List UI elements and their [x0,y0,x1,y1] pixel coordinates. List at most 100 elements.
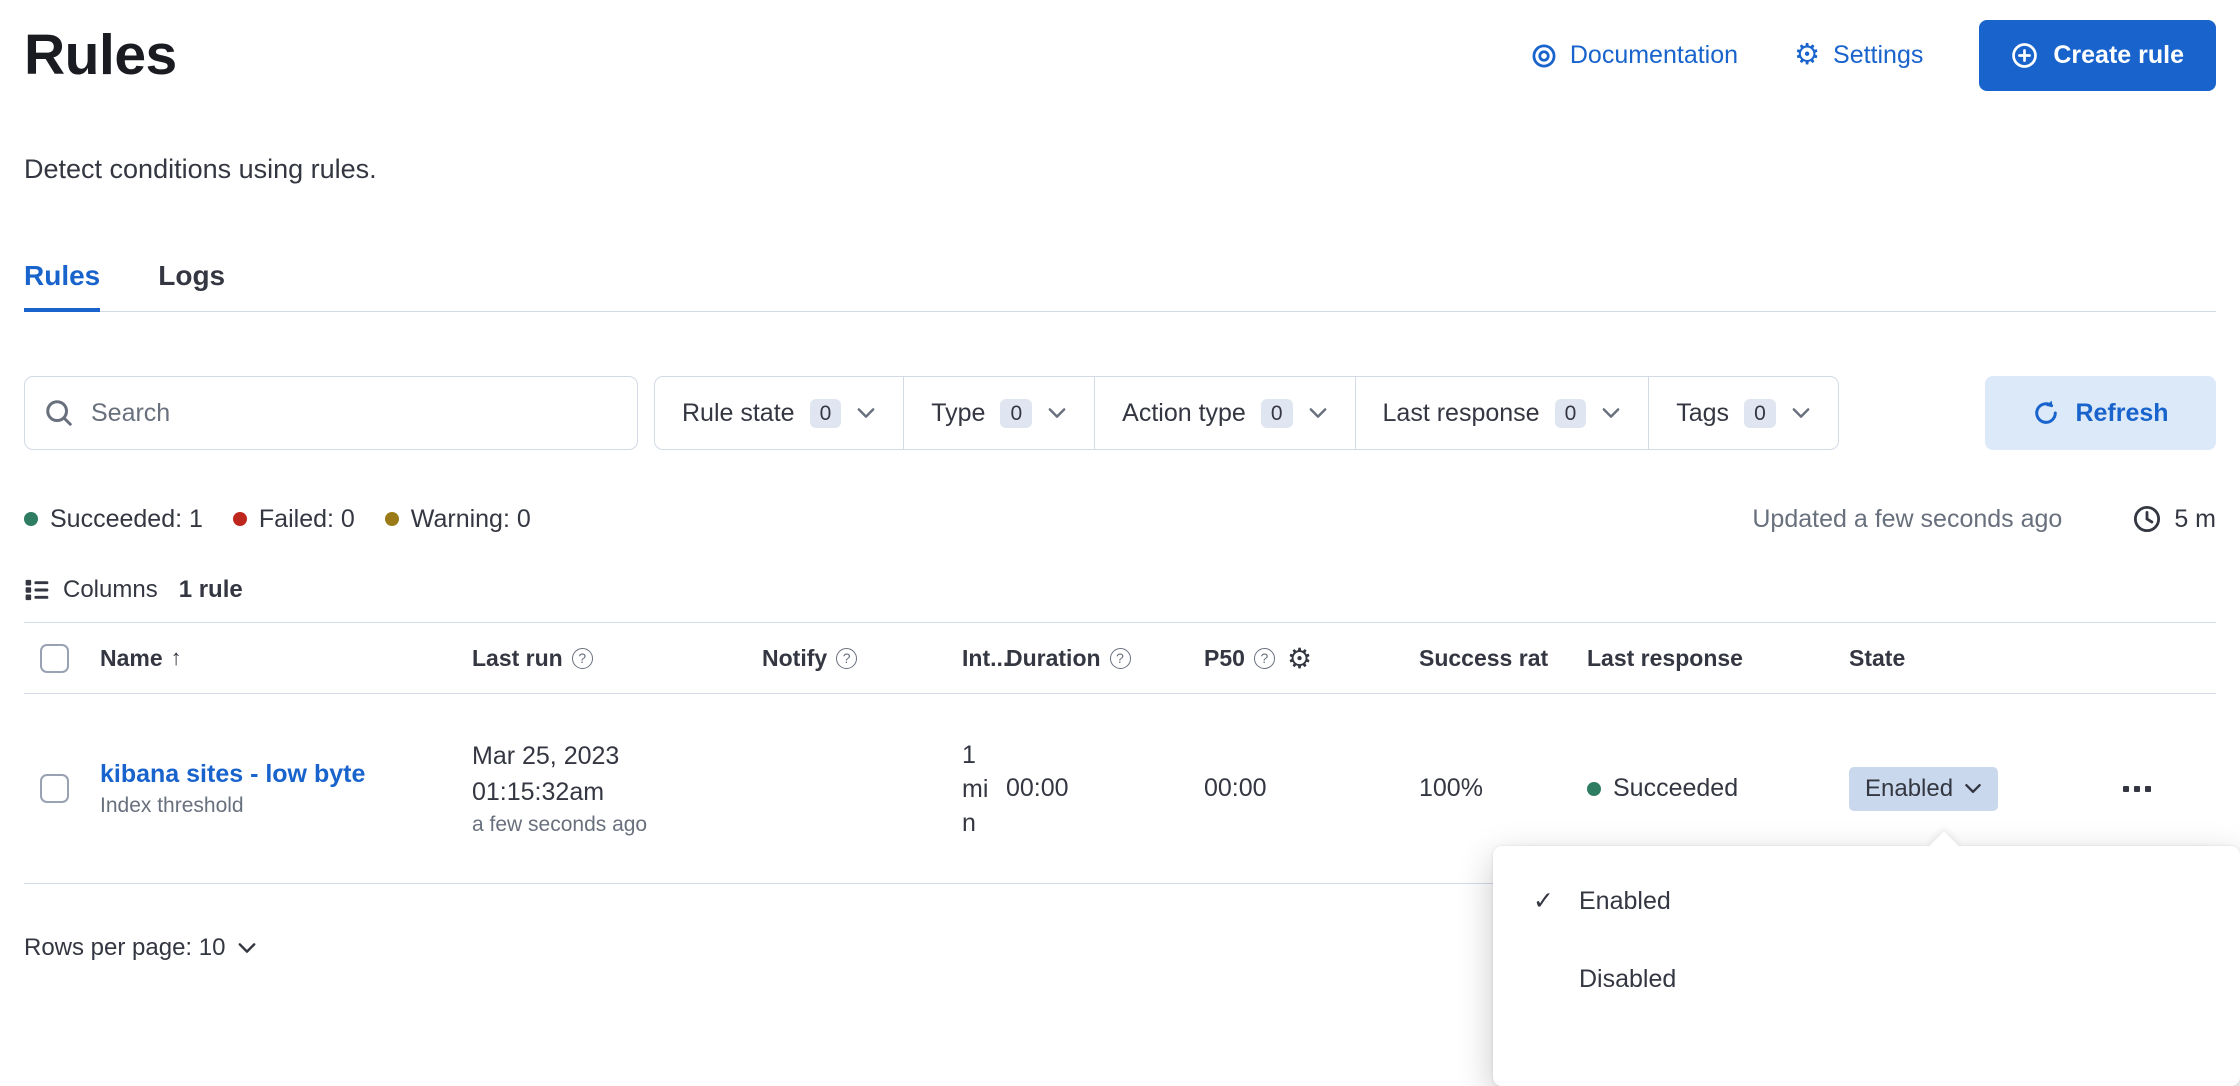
danger-dot-icon [233,512,247,526]
column-header-last-run-label: Last run [472,645,563,672]
refresh-button[interactable]: Refresh [1985,376,2216,450]
chevron-down-icon [1601,407,1621,419]
rows-per-page-button[interactable]: Rows per page: 10 [24,934,257,962]
column-header-last-response-label: Last response [1587,645,1743,672]
check-icon: ✓ [1533,886,1563,916]
columns-button-label[interactable]: Columns [63,576,158,604]
auto-refresh-button[interactable]: 5 m [2132,502,2216,536]
state-cell: Enabled [1819,767,2049,811]
filter-button-type[interactable]: Type 0 [903,377,1094,449]
state-select-badge[interactable]: Enabled [1849,767,1998,811]
table-meta: Columns 1 rule [24,576,2216,604]
column-header-name-label: Name [100,645,163,672]
column-header-success-ratio[interactable]: Success rat [1411,645,1579,672]
status-bar: Succeeded: 1 Failed: 0 Warning: 0 Update… [24,502,2216,536]
last-response-cell: Succeeded [1579,774,1819,803]
filter-count-badge: 0 [1744,399,1776,428]
interval-cell: 1 min [954,738,998,840]
select-all-cell [24,644,84,673]
gear-icon: ⚙ [1794,41,1820,70]
last-run-relative: a few seconds ago [472,810,647,840]
status-failed: Failed: 0 [233,502,355,536]
help-icon[interactable]: ? [1254,648,1275,669]
chevron-down-icon [237,942,257,954]
tab-bar: Rules Logs [24,259,2216,312]
filter-button-last-response[interactable]: Last response 0 [1355,377,1649,449]
updated-text: Updated a few seconds ago [1752,502,2062,536]
rules-table: Name ↑ Last run ? Notify ? Int... Durati… [24,622,2216,884]
rules-page: Rules Documentation ⚙ Settings Create ru… [0,0,2240,1016]
rule-count: 1 rule [179,576,243,604]
last-run-stack: Mar 25, 2023 01:15:32am a few seconds ag… [472,738,647,840]
filter-button-rule-state[interactable]: Rule state 0 [655,377,903,449]
last-run-date: Mar 25, 2023 [472,738,647,774]
filter-button-action-type[interactable]: Action type 0 [1094,377,1354,449]
chevron-down-icon [1308,407,1328,419]
column-header-notify[interactable]: Notify ? [754,645,954,672]
chevron-down-icon [1047,407,1067,419]
refresh-icon [2032,399,2060,427]
last-response-value: Succeeded [1613,774,1738,803]
settings-link[interactable]: ⚙ Settings [1794,41,1923,70]
filter-label: Tags [1676,399,1729,428]
settings-label: Settings [1833,41,1923,70]
actions-menu-button[interactable] [2113,776,2161,802]
menu-item-disabled[interactable]: Disabled [1493,940,2240,1018]
state-value: Enabled [1865,775,1953,803]
create-rule-button[interactable]: Create rule [1979,20,2216,91]
sort-ascending-icon: ↑ [171,645,182,671]
column-header-name[interactable]: Name ↑ [84,645,464,672]
filter-label: Last response [1383,399,1540,428]
column-header-state[interactable]: State [1819,645,2049,672]
menu-item-enabled[interactable]: ✓ Enabled [1493,862,2240,940]
success-ratio-value: 100% [1419,774,1483,803]
column-header-p50[interactable]: P50 ? ⚙ [1196,642,1411,675]
select-all-checkbox[interactable] [40,644,69,673]
warning-dot-icon [385,512,399,526]
rows-per-page-label: Rows per page: 10 [24,934,225,962]
rule-name-cell: kibana sites - low byte Index threshold [84,760,464,818]
p50-cell: 00:00 [1196,774,1411,803]
documentation-link[interactable]: Documentation [1531,41,1738,70]
interval-value: 1 min [962,738,998,840]
documentation-icon [1531,43,1557,69]
refresh-interval-label: 5 m [2174,502,2216,536]
header-actions: Documentation ⚙ Settings Create rule [1531,20,2216,91]
help-icon[interactable]: ? [1110,648,1131,669]
table-header-row: Name ↑ Last run ? Notify ? Int... Durati… [24,622,2216,694]
rule-name-link[interactable]: kibana sites - low byte [100,760,365,789]
columns-icon [24,577,50,603]
tab-logs[interactable]: Logs [158,259,225,311]
filter-label: Rule state [682,399,795,428]
chevron-down-icon [1964,783,1982,794]
page-header: Rules Documentation ⚙ Settings Create ru… [24,20,2216,91]
row-checkbox[interactable] [40,774,69,803]
status-succeeded: Succeeded: 1 [24,502,203,536]
menu-item-disabled-label: Disabled [1579,965,1676,994]
menu-item-enabled-label: Enabled [1579,887,1671,916]
column-header-interval[interactable]: Int... [954,645,998,672]
tab-rules[interactable]: Rules [24,259,100,311]
page-title: Rules [24,21,177,89]
last-run-time: 01:15:32am [472,774,647,810]
p50-settings-gear-icon[interactable]: ⚙ [1287,642,1312,675]
rule-name-stack: kibana sites - low byte Index threshold [100,760,365,818]
column-header-last-response[interactable]: Last response [1579,645,1819,672]
help-icon[interactable]: ? [836,648,857,669]
chevron-down-icon [1791,407,1811,419]
help-icon[interactable]: ? [572,648,593,669]
search-input[interactable] [24,376,638,450]
row-select-cell [24,774,84,803]
column-header-duration[interactable]: Duration ? [998,645,1196,672]
state-menu-popover: ✓ Enabled Disabled [1493,846,2240,1086]
clock-icon [2132,504,2162,534]
plus-circle-icon [2011,42,2038,69]
rule-type-label: Index threshold [100,794,365,818]
search-icon [44,398,74,428]
status-warning: Warning: 0 [385,502,531,536]
filter-button-tags[interactable]: Tags 0 [1648,377,1838,449]
success-ratio-cell: 100% [1411,774,1579,803]
page-subtitle: Detect conditions using rules. [24,153,2216,185]
filter-count-badge: 0 [1555,399,1587,428]
column-header-last-run[interactable]: Last run ? [464,645,754,672]
